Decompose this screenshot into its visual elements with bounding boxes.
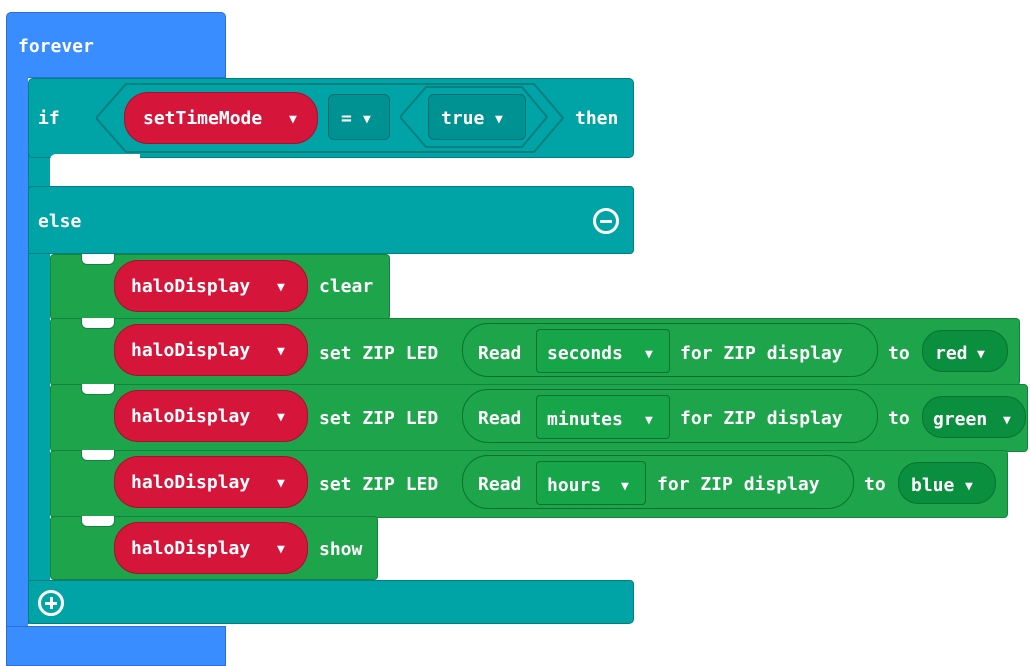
boolean-dropdown[interactable]: true ▼ — [428, 94, 526, 140]
variable-name: haloDisplay — [131, 538, 251, 559]
forever-spine — [6, 72, 28, 662]
to-label: to — [888, 408, 910, 429]
dropdown-caret-icon: ▼ — [277, 410, 285, 425]
dropdown-caret-icon: ▼ — [977, 347, 985, 362]
color-dropdown[interactable]: blue ▼ — [898, 462, 996, 504]
variable-name: haloDisplay — [131, 406, 251, 427]
to-label: to — [888, 343, 910, 364]
read-label: Read — [478, 474, 522, 495]
boolean-value: true — [441, 108, 485, 129]
variable-name: haloDisplay — [131, 340, 251, 361]
variable-name: setTimeMode — [143, 108, 263, 129]
action-label: set ZIP LED — [319, 408, 439, 429]
for-label: for ZIP display — [657, 474, 820, 495]
if-label: if — [38, 108, 60, 129]
dropdown-caret-icon: ▼ — [277, 476, 285, 491]
unit-value: minutes — [547, 409, 623, 430]
variable-name: haloDisplay — [131, 276, 251, 297]
dropdown-caret-icon: ▼ — [277, 542, 285, 557]
action-label: show — [319, 539, 363, 560]
variable-haloDisplay[interactable]: haloDisplay ▼ — [114, 260, 308, 312]
dropdown-caret-icon: ▼ — [277, 280, 285, 295]
for-label: for ZIP display — [680, 343, 843, 364]
read-label: Read — [478, 343, 522, 364]
dropdown-caret-icon: ▼ — [289, 112, 297, 127]
operator-dropdown[interactable]: = ▼ — [328, 94, 390, 140]
action-label: set ZIP LED — [319, 343, 439, 364]
color-value: blue — [911, 475, 955, 496]
if-empty-slot — [50, 154, 140, 188]
operator-label: = — [341, 108, 352, 129]
unit-dropdown[interactable]: minutes ▼ — [536, 395, 670, 439]
variable-name: haloDisplay — [131, 472, 251, 493]
plus-circle-icon[interactable] — [38, 590, 64, 616]
dropdown-caret-icon: ▼ — [363, 112, 371, 127]
color-dropdown[interactable]: green ▼ — [922, 396, 1026, 438]
color-value: green — [933, 409, 988, 430]
else-row[interactable] — [28, 186, 634, 254]
read-label: Read — [478, 408, 522, 429]
forever-label: forever — [18, 36, 94, 57]
unit-value: hours — [547, 475, 602, 496]
for-label: for ZIP display — [680, 408, 843, 429]
variable-haloDisplay[interactable]: haloDisplay ▼ — [114, 522, 308, 574]
then-label: then — [575, 108, 619, 129]
unit-dropdown[interactable]: hours ▼ — [536, 461, 646, 505]
forever-block-bottom — [6, 626, 226, 666]
dropdown-caret-icon: ▼ — [1003, 413, 1011, 428]
dropdown-caret-icon: ▼ — [621, 479, 629, 494]
unit-dropdown[interactable]: seconds ▼ — [536, 329, 670, 373]
color-dropdown[interactable]: red ▼ — [922, 330, 1008, 372]
dropdown-caret-icon: ▼ — [495, 112, 503, 127]
dropdown-caret-icon: ▼ — [645, 413, 653, 428]
variable-haloDisplay[interactable]: haloDisplay ▼ — [114, 456, 308, 508]
dropdown-caret-icon: ▼ — [645, 347, 653, 362]
else-label: else — [38, 211, 82, 232]
variable-haloDisplay[interactable]: haloDisplay ▼ — [114, 324, 308, 376]
action-label: clear — [319, 276, 374, 297]
color-value: red — [935, 343, 968, 364]
minus-circle-icon[interactable] — [593, 208, 619, 234]
variable-haloDisplay[interactable]: haloDisplay ▼ — [114, 390, 308, 442]
to-label: to — [864, 474, 886, 495]
action-label: set ZIP LED — [319, 474, 439, 495]
if-block-bottom — [28, 580, 634, 624]
dropdown-caret-icon: ▼ — [277, 344, 285, 359]
dropdown-caret-icon: ▼ — [965, 479, 973, 494]
variable-setTimeMode[interactable]: setTimeMode ▼ — [124, 92, 318, 144]
unit-value: seconds — [547, 343, 623, 364]
